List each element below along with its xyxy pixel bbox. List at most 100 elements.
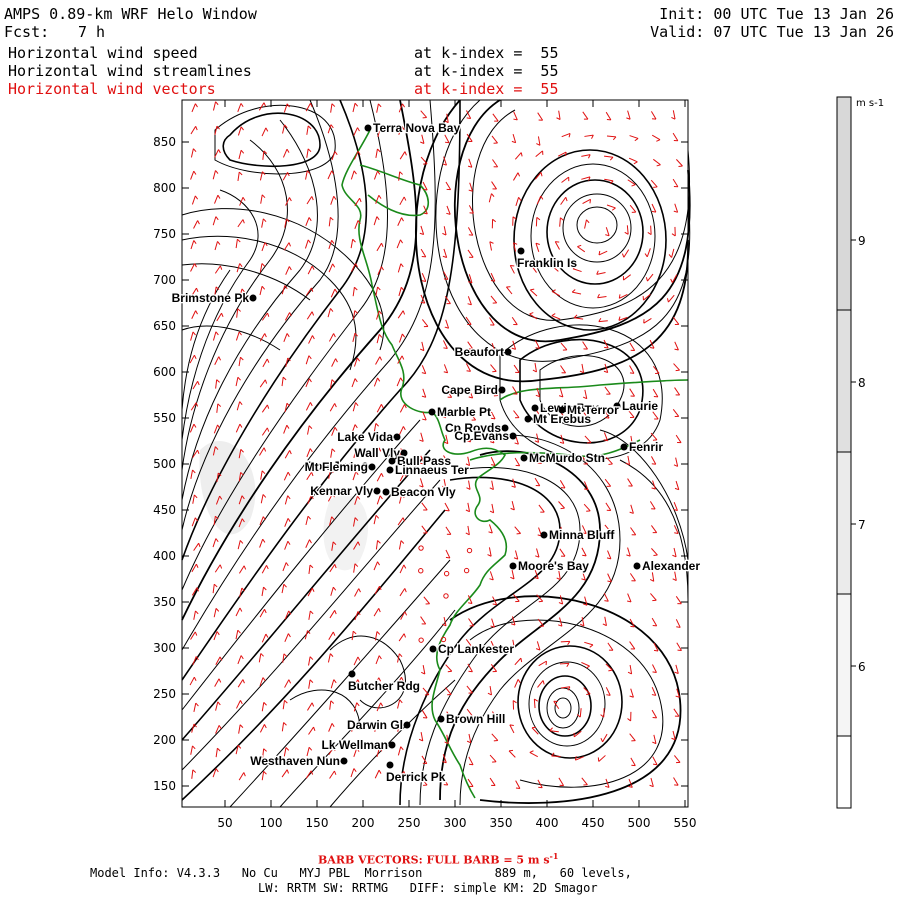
x-tick-label: 250 xyxy=(398,816,421,830)
x-tick-label: 500 xyxy=(628,816,651,830)
colorbar-units: m s-1 xyxy=(856,98,884,109)
station-dot xyxy=(364,124,372,132)
station-dot xyxy=(428,408,436,416)
y-tick-label: 600 xyxy=(153,365,176,379)
station-dot xyxy=(388,741,396,749)
station-dot xyxy=(437,715,445,723)
station-dot xyxy=(633,562,641,570)
colorbar-label-9: 9 xyxy=(858,234,866,248)
station-label: Alexander xyxy=(642,559,700,573)
station-marker: Mt Erebus xyxy=(524,411,593,427)
colorbar-label-8: 8 xyxy=(858,376,866,390)
station-label: Cp Evans xyxy=(454,429,509,443)
station-dot xyxy=(509,562,517,570)
y-tick-label: 850 xyxy=(153,135,176,149)
station-label: Darwin Gl xyxy=(347,718,403,732)
station-label: Westhaven Nun xyxy=(250,754,340,768)
station-label: McMurdo Stn xyxy=(529,451,605,465)
x-tick-label: 300 xyxy=(444,816,467,830)
station-marker: Cp Lankester xyxy=(429,641,516,657)
barb-legend-exponent: -1 xyxy=(549,851,559,861)
station-marker: Kennar Vly xyxy=(309,483,381,499)
station-dot xyxy=(520,454,528,462)
station-marker: Beaufort xyxy=(453,344,512,360)
y-tick-label: 750 xyxy=(153,227,176,241)
station-dot xyxy=(348,670,356,678)
station-dot xyxy=(373,487,381,495)
station-label: Derrick Pk xyxy=(386,770,446,784)
station-label: Franklin Is xyxy=(517,256,577,270)
y-tick-label: 350 xyxy=(153,595,176,609)
y-tick-label: 150 xyxy=(153,779,176,793)
station-label: Minna Bluff xyxy=(549,528,615,542)
model-info-line-2: LW: RRTM SW: RRTMG DIFF: simple KM: 2D S… xyxy=(258,881,598,895)
station-marker: Cape Bird xyxy=(440,382,506,398)
station-dot xyxy=(340,757,348,765)
y-tick-label: 400 xyxy=(153,549,176,563)
x-tick-label: 550 xyxy=(674,816,697,830)
x-tick-label: 450 xyxy=(582,816,605,830)
station-label: Moore's Bay xyxy=(518,559,589,573)
station-dot xyxy=(382,488,390,496)
y-tick-label: 250 xyxy=(153,687,176,701)
colorbar-band-7 xyxy=(836,451,852,595)
y-tick-label: 500 xyxy=(153,457,176,471)
station-marker: Minna Bluff xyxy=(540,527,617,543)
model-info-line-1: Model Info: V4.3.3 No Cu MYJ PBL Morriso… xyxy=(90,866,632,880)
x-tick-label: 50 xyxy=(217,816,232,830)
y-tick-label: 700 xyxy=(153,273,176,287)
station-dot xyxy=(386,761,394,769)
station-marker: Beacon Vly xyxy=(382,484,457,500)
station-marker: Cp Evans xyxy=(453,428,517,444)
station-marker: Terra Nova Bay xyxy=(364,120,462,136)
map-plot: 50 100 150 200 250 300 350 400 450 500 550 850 800 7… xyxy=(153,96,884,830)
station-marker: Brimstone Pk xyxy=(170,290,257,306)
station-label: Marble Pt xyxy=(437,405,491,419)
colorbar-label-7: 7 xyxy=(858,518,866,532)
station-label: Kennar Vly xyxy=(310,484,373,498)
station-marker: Moore's Bay xyxy=(509,558,590,574)
station-label: Mt Fleming xyxy=(305,460,368,474)
station-label: Lake Vida xyxy=(337,430,393,444)
station-dot xyxy=(517,247,525,255)
station-label: Fenrir xyxy=(629,440,663,454)
station-marker: Lk Wellman xyxy=(320,737,396,753)
station-marker: Brown Hill xyxy=(437,711,507,727)
speed-colorbar: 9 8 7 6 m s-1 xyxy=(836,96,884,809)
station-dot xyxy=(403,721,411,729)
station-label: Brown Hill xyxy=(446,712,505,726)
y-tick-label: 450 xyxy=(153,503,176,517)
station-label: Cp Lankester xyxy=(438,642,514,656)
station-dot xyxy=(509,432,517,440)
y-tick-label: 650 xyxy=(153,319,176,333)
station-marker: Westhaven Nun xyxy=(249,753,348,769)
station-label: Laurie xyxy=(622,399,658,413)
station-label: Butcher Rdg xyxy=(348,679,420,693)
station-marker: Lake Vida xyxy=(336,429,401,445)
station-marker: Marble Pt xyxy=(428,404,492,420)
colorbar-band-8 xyxy=(836,309,852,453)
station-marker: Mt Fleming xyxy=(303,459,376,475)
station-dot xyxy=(429,645,437,653)
x-tick-label: 100 xyxy=(260,816,283,830)
y-tick-label: 550 xyxy=(153,411,176,425)
station-marker: Linnaeus Ter xyxy=(386,462,470,478)
station-marker: Fenrir xyxy=(620,439,665,455)
station-dot xyxy=(531,404,539,412)
x-tick-label: 350 xyxy=(490,816,513,830)
station-label: Lk Wellman xyxy=(322,738,388,752)
station-marker: Laurie xyxy=(613,398,660,414)
x-tick-label: 200 xyxy=(352,816,375,830)
station-dot xyxy=(386,466,394,474)
station-marker: Franklin Is xyxy=(516,247,579,271)
barb-legend-text: BARB VECTORS: FULL BARB = 5 m s xyxy=(318,853,550,867)
y-tick-label: 800 xyxy=(153,181,176,195)
station-dot xyxy=(368,463,376,471)
station-label: Linnaeus Ter xyxy=(395,463,469,477)
station-dot xyxy=(524,415,532,423)
station-label: Terra Nova Bay xyxy=(373,121,460,135)
station-label: Brimstone Pk xyxy=(172,291,250,305)
colorbar-label-6: 6 xyxy=(858,660,866,674)
colorbar-band-6 xyxy=(836,593,852,737)
barb-legend: BARB VECTORS: FULL BARB = 5 m s-1 xyxy=(318,851,558,867)
